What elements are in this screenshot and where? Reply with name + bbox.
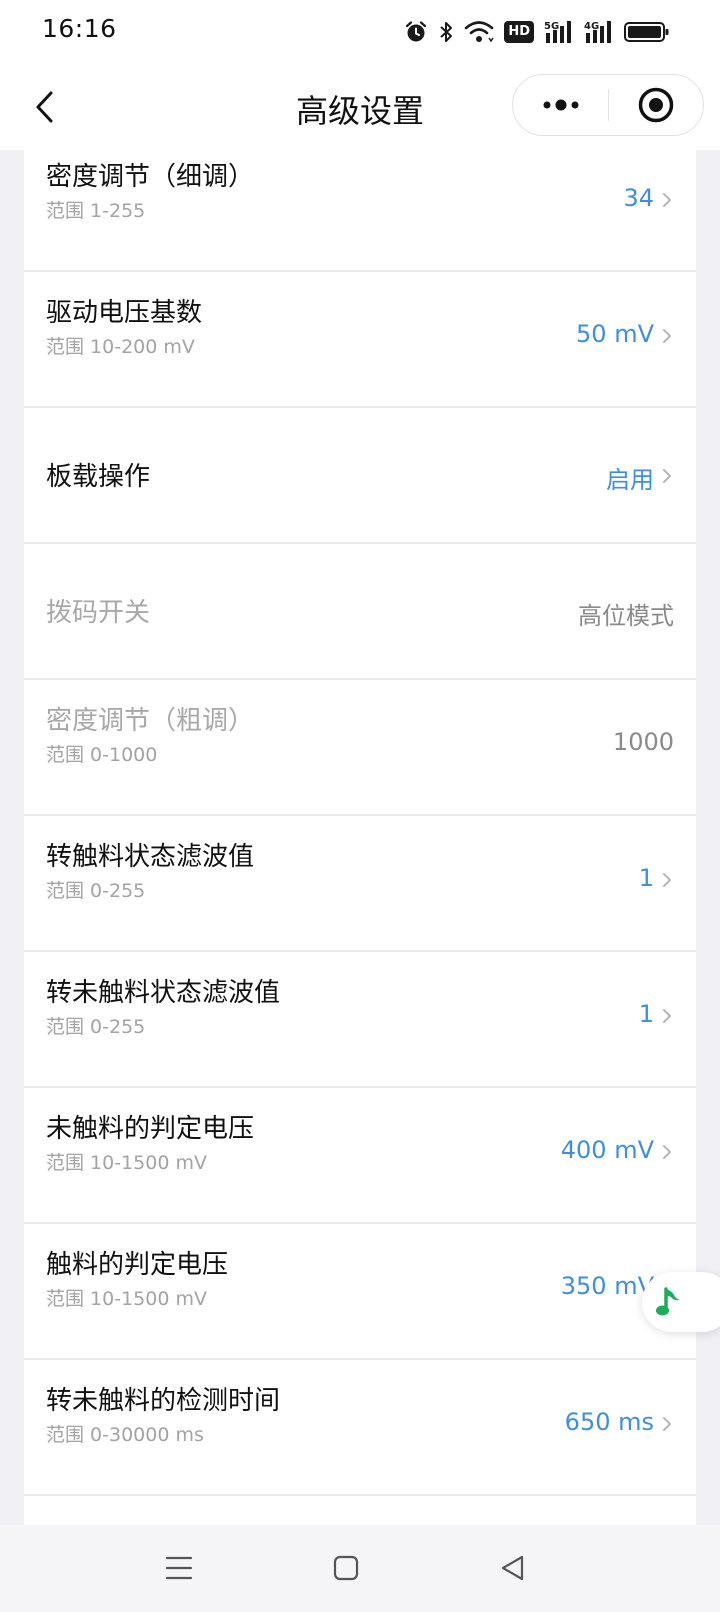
mini-program-capsule xyxy=(512,74,704,136)
floating-music-button[interactable] xyxy=(642,1272,720,1332)
hd-icon: HD xyxy=(504,21,534,43)
more-dots-icon xyxy=(543,99,578,111)
setting-title: 未触料的判定电压 xyxy=(46,1114,255,1144)
setting-title: 转未触料状态滤波值 xyxy=(46,978,281,1008)
setting-value: 启用 xyxy=(606,466,654,494)
signal-5g-icon: 5G xyxy=(544,19,574,45)
setting-value: 350 mV xyxy=(560,1272,654,1300)
setting-row[interactable]: 转触料状态滤波值范围 0-255 1 xyxy=(24,816,696,952)
system-nav-bar xyxy=(0,1525,720,1612)
setting-value: 34 xyxy=(623,184,654,212)
setting-title: 转未触料的检测时间 xyxy=(46,1386,281,1416)
setting-row[interactable]: 未触料的判定电压范围 10-1500 mV 400 mV xyxy=(24,1088,696,1224)
setting-value: 1 xyxy=(638,1000,654,1028)
setting-title: 触料的判定电压 xyxy=(46,1250,229,1280)
setting-range: 范围 0-30000 ms xyxy=(46,1424,204,1446)
setting-range: 范围 0-255 xyxy=(46,880,146,902)
status-time: 16:16 xyxy=(42,14,117,43)
setting-value: 高位模式 xyxy=(578,602,674,630)
home-square-icon xyxy=(333,1555,359,1581)
setting-range: 范围 0-1000 xyxy=(46,744,158,766)
chevron-right-icon xyxy=(663,469,671,483)
back-nav-button[interactable] xyxy=(490,1545,536,1591)
menu-icon xyxy=(165,1556,193,1580)
setting-range: 范围 10-1500 mV xyxy=(46,1288,207,1310)
back-triangle-icon xyxy=(501,1555,524,1581)
alarm-icon xyxy=(404,20,428,44)
bluetooth-icon xyxy=(438,20,454,44)
setting-value: 50 mV xyxy=(576,320,654,348)
setting-row: 密度调节（粗调） 范围 0-1000 1000 xyxy=(24,680,696,816)
chevron-right-icon xyxy=(663,1145,671,1159)
setting-row[interactable]: 驱动电压基数范围 10-200 mV 50 mV xyxy=(24,272,696,408)
setting-title: 板载操作 xyxy=(46,462,151,492)
setting-row[interactable]: 转触料的检测时间 xyxy=(24,1496,696,1525)
more-button[interactable] xyxy=(513,75,608,135)
setting-value: 650 ms xyxy=(564,1408,654,1436)
setting-title: 密度调节（细调） xyxy=(46,162,255,192)
close-button[interactable] xyxy=(609,75,703,135)
setting-row[interactable]: 密度调节（细调） 范围 1-255 34 xyxy=(24,150,696,272)
setting-value: 1000 xyxy=(612,728,674,756)
chevron-right-icon xyxy=(663,1009,671,1023)
settings-list: 密度调节（细调） 范围 1-255 34 驱动电压基数范围 10-200 mV 50 m… xyxy=(24,150,696,1525)
status-icons: HD 5G 4G xyxy=(404,18,670,46)
setting-value: 1 xyxy=(638,864,654,892)
chevron-right-icon xyxy=(663,873,671,887)
setting-range: 范围 10-200 mV xyxy=(46,336,195,358)
setting-value: 400 mV xyxy=(560,1136,654,1164)
setting-title: 密度调节（粗调） xyxy=(46,706,255,736)
setting-range: 范围 10-1500 mV xyxy=(46,1152,207,1174)
home-button[interactable] xyxy=(323,1545,369,1591)
chevron-right-icon xyxy=(663,193,671,207)
status-bar: 16:16 HD 5G 4G xyxy=(0,0,720,66)
setting-range: 范围 0-255 xyxy=(46,1016,146,1038)
setting-title: 拨码开关 xyxy=(46,598,151,628)
setting-title: 转触料状态滤波值 xyxy=(46,842,255,872)
wifi-icon xyxy=(464,20,494,44)
menu-button[interactable] xyxy=(156,1545,202,1591)
chevron-right-icon xyxy=(663,329,671,343)
setting-range: 范围 1-255 xyxy=(46,200,146,222)
setting-row[interactable]: 板载操作 启用 xyxy=(24,408,696,544)
setting-row[interactable]: 触料的判定电压范围 10-1500 mV 350 mV xyxy=(24,1224,696,1360)
setting-title: 驱动电压基数 xyxy=(46,298,203,328)
setting-row[interactable]: 转未触料状态滤波值范围 0-255 1 xyxy=(24,952,696,1088)
signal-4g-icon: 4G xyxy=(584,19,614,45)
nav-bar: 高级设置 xyxy=(0,66,720,150)
target-close-icon xyxy=(638,87,674,123)
chevron-right-icon xyxy=(663,1417,671,1431)
music-note-icon xyxy=(656,1287,680,1316)
setting-row[interactable]: 转未触料的检测时间范围 0-30000 ms 650 ms xyxy=(24,1360,696,1496)
settings-list-inner: 密度调节（细调） 范围 1-255 34 驱动电压基数范围 10-200 mV 50 m… xyxy=(24,150,696,1525)
battery-icon xyxy=(624,20,670,44)
setting-row: 拨码开关 高位模式 xyxy=(24,544,696,680)
